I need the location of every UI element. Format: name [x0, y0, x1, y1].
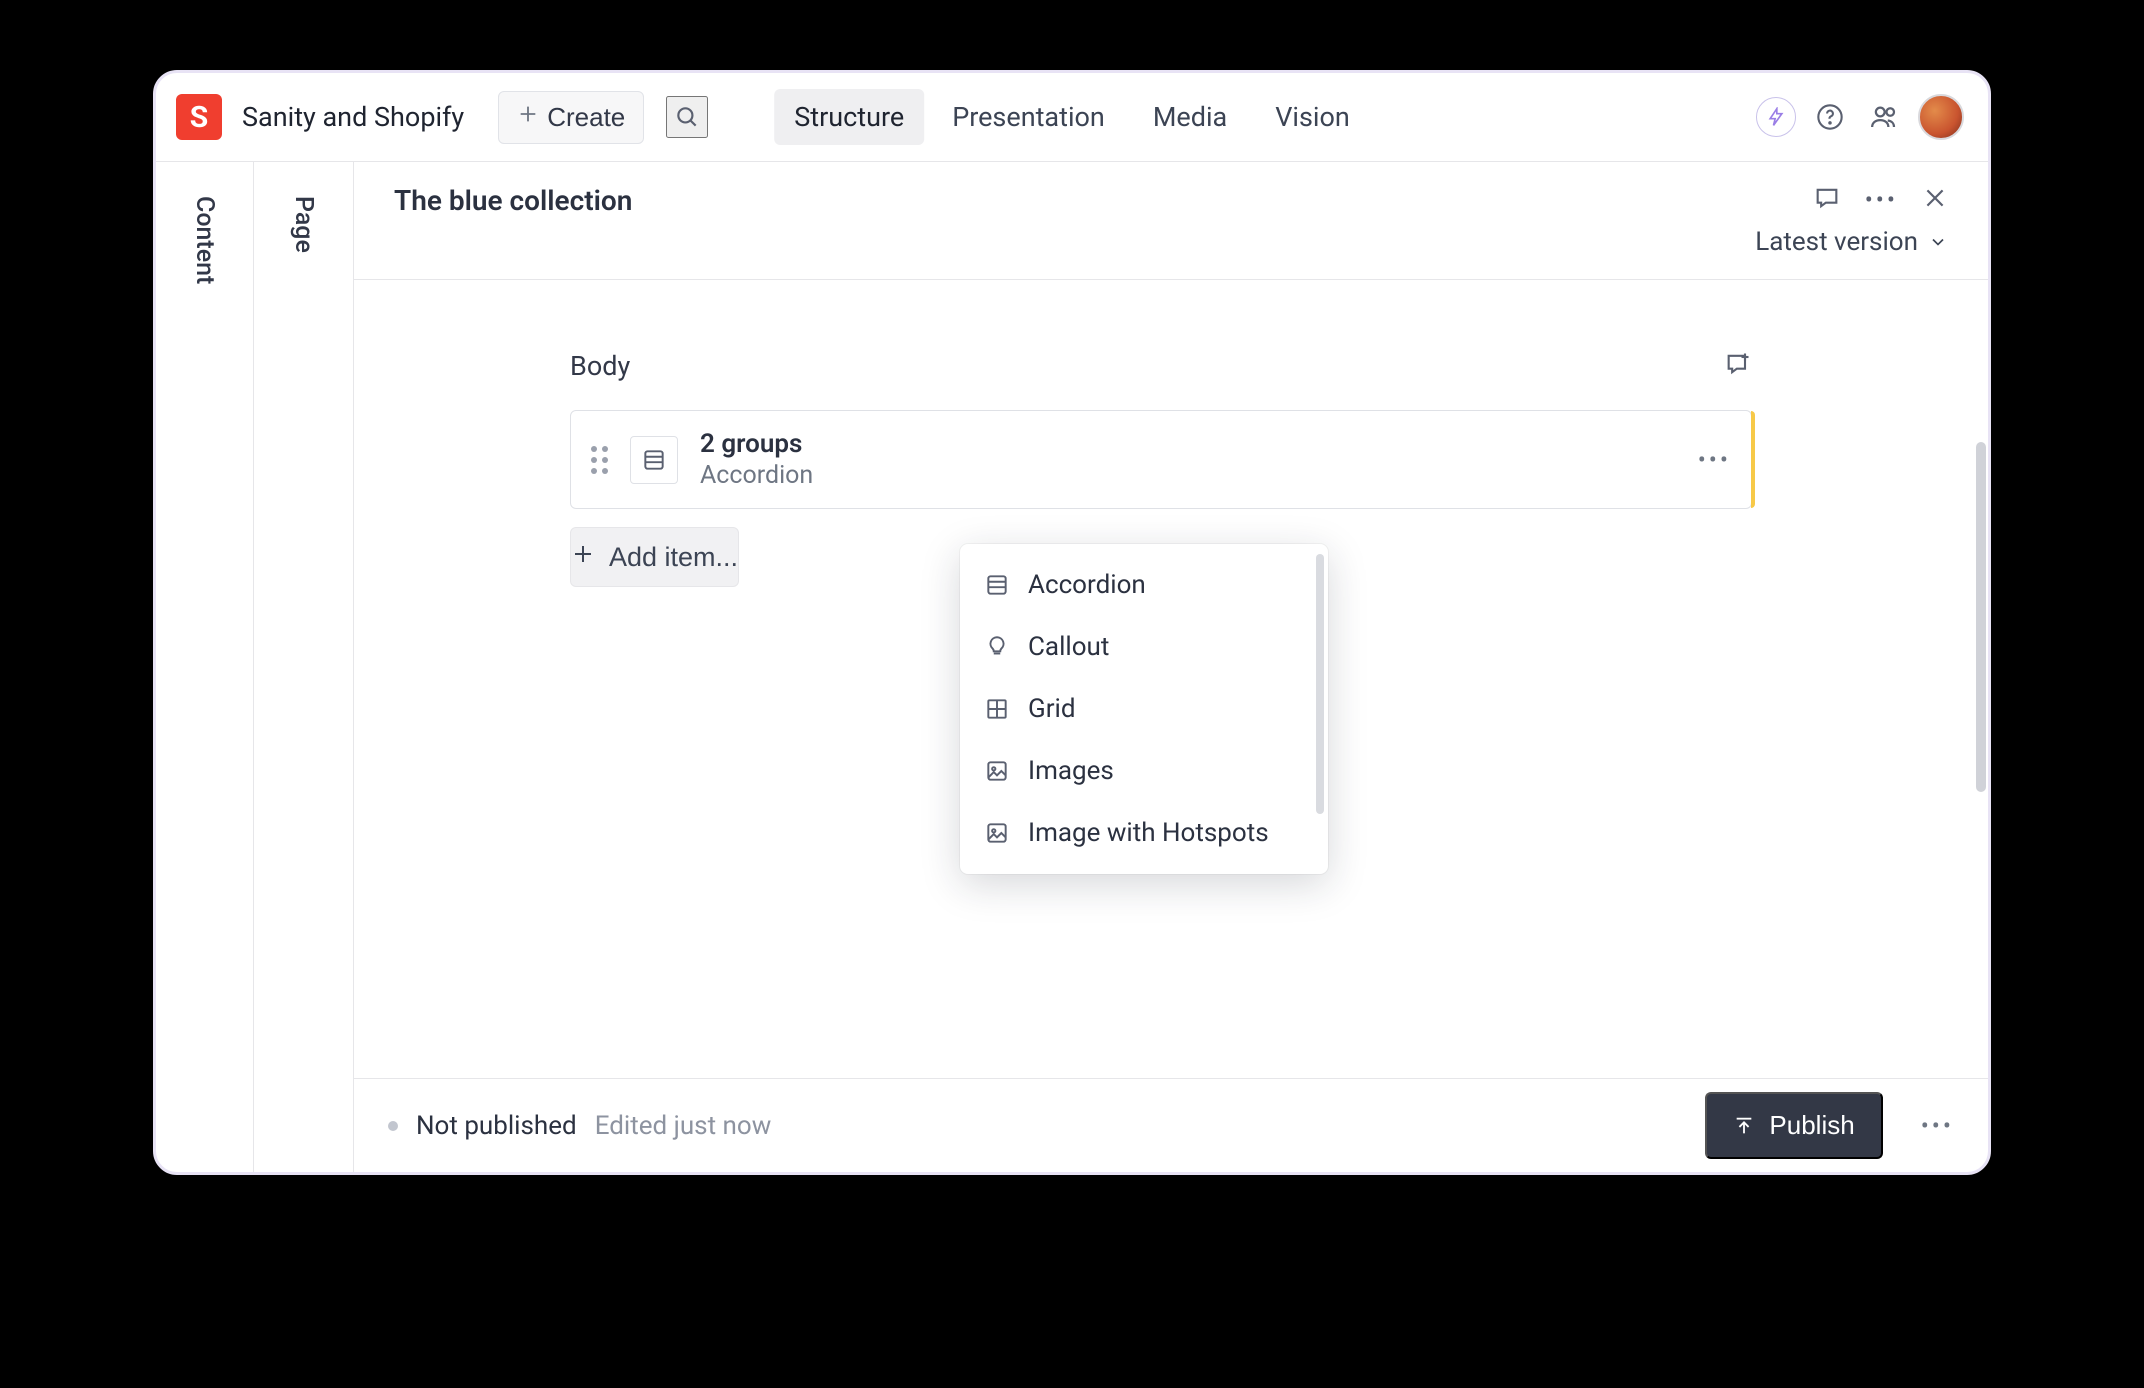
- grid-icon: [984, 696, 1010, 722]
- rail-content-label: Content: [190, 196, 219, 284]
- top-bar-right: [1756, 94, 1964, 140]
- users-icon: [1869, 102, 1899, 132]
- menu-option-accordion[interactable]: Accordion: [960, 554, 1328, 616]
- lightbulb-icon: [984, 634, 1010, 660]
- menu-option-label: Accordion: [1028, 570, 1146, 600]
- create-button[interactable]: Create: [498, 91, 644, 144]
- editor-area: Body 2 groups Accordion: [354, 280, 1988, 1078]
- tab-vision[interactable]: Vision: [1255, 89, 1370, 145]
- publish-arrow-icon: [1733, 1115, 1755, 1137]
- menu-option-image-hotspots[interactable]: Image with Hotspots: [960, 802, 1328, 864]
- presence-button[interactable]: [1864, 97, 1904, 137]
- menu-option-callout[interactable]: Callout: [960, 616, 1328, 678]
- image-icon: [984, 820, 1010, 846]
- add-item-button[interactable]: Add item...: [570, 527, 739, 587]
- menu-option-label: Image with Hotspots: [1028, 818, 1269, 848]
- menu-option-label: Grid: [1028, 694, 1076, 724]
- app-window: S Sanity and Shopify Create Structure Pr…: [153, 70, 1991, 1175]
- comment-icon: [1813, 184, 1841, 212]
- rail-page[interactable]: Page: [254, 162, 354, 1172]
- body-field-label: Body: [570, 350, 630, 382]
- main-pane: The blue collection ••• Latest version: [354, 162, 1988, 1172]
- publish-button[interactable]: Publish: [1705, 1092, 1882, 1159]
- comment-add-icon: [1724, 350, 1752, 378]
- menu-option-grid[interactable]: Grid: [960, 678, 1328, 740]
- version-selector[interactable]: Latest version: [1755, 227, 1948, 257]
- plus-icon: [571, 542, 595, 573]
- close-button[interactable]: [1922, 185, 1948, 215]
- search-icon: [674, 104, 700, 130]
- menu-option-label: Callout: [1028, 632, 1109, 662]
- workspace-name[interactable]: Sanity and Shopify: [242, 101, 464, 133]
- add-item-menu: Accordion Callout Grid Images: [960, 544, 1328, 874]
- document-title: The blue collection: [394, 184, 632, 217]
- accordion-type-icon: [630, 436, 678, 484]
- body-layout: Content Page The blue collection •••: [156, 162, 1988, 1172]
- document-menu-button[interactable]: •••: [1865, 186, 1898, 214]
- help-button[interactable]: [1810, 97, 1850, 137]
- body-field-header: Body: [570, 350, 1752, 382]
- document-header: The blue collection •••: [354, 162, 1988, 227]
- image-icon: [984, 758, 1010, 784]
- array-item-title: 2 groups: [700, 429, 813, 459]
- document-header-actions: •••: [1813, 184, 1948, 216]
- create-button-label: Create: [547, 102, 625, 133]
- search-button[interactable]: [666, 96, 708, 138]
- add-item-button-label: Add item...: [609, 542, 738, 573]
- tab-structure[interactable]: Structure: [774, 89, 924, 145]
- menu-option-label: Images: [1028, 756, 1114, 786]
- comments-button[interactable]: [1813, 184, 1841, 216]
- bolt-icon: [1766, 107, 1786, 127]
- nav-tabs: Structure Presentation Media Vision: [774, 89, 1370, 145]
- help-icon: [1816, 103, 1844, 131]
- array-item-accordion[interactable]: 2 groups Accordion •••: [570, 410, 1752, 509]
- publish-button-label: Publish: [1769, 1110, 1854, 1141]
- tab-presentation[interactable]: Presentation: [932, 89, 1125, 145]
- ai-sparkle-button[interactable]: [1756, 97, 1796, 137]
- main-scrollbar[interactable]: [1976, 442, 1986, 792]
- publish-status: Not published: [416, 1111, 577, 1141]
- version-row: Latest version: [354, 227, 1988, 279]
- list-rows-icon: [984, 572, 1010, 598]
- rail-page-label: Page: [289, 196, 318, 253]
- plus-icon: [517, 103, 539, 132]
- close-icon: [1922, 185, 1948, 211]
- menu-scrollbar[interactable]: [1316, 554, 1324, 814]
- top-bar: S Sanity and Shopify Create Structure Pr…: [156, 73, 1988, 162]
- footer-more-button[interactable]: •••: [1921, 1112, 1954, 1140]
- sanity-logo-icon: S: [176, 94, 222, 140]
- status-dot-icon: [388, 1121, 398, 1131]
- drag-handle-icon[interactable]: [591, 446, 608, 474]
- tab-media[interactable]: Media: [1133, 89, 1247, 145]
- rail-content[interactable]: Content: [156, 162, 254, 1172]
- document-footer: Not published Edited just now Publish ••…: [354, 1078, 1988, 1172]
- array-item-menu-button[interactable]: •••: [1698, 446, 1731, 474]
- avatar[interactable]: [1918, 94, 1964, 140]
- field-comment-button[interactable]: [1724, 350, 1752, 382]
- edited-status: Edited just now: [595, 1111, 772, 1141]
- list-rows-icon: [641, 447, 667, 473]
- chevron-down-icon: [1928, 232, 1948, 252]
- menu-option-images[interactable]: Images: [960, 740, 1328, 802]
- array-item-text: 2 groups Accordion: [700, 429, 813, 490]
- array-item-subtitle: Accordion: [700, 461, 813, 490]
- version-selector-label: Latest version: [1755, 227, 1918, 257]
